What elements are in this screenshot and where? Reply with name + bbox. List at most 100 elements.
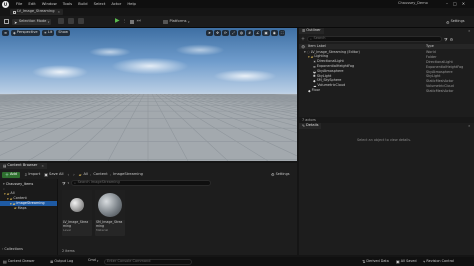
menu-select[interactable]: Select [94, 1, 106, 6]
content-browser-icon: ▤ [3, 164, 7, 168]
derived-data-button[interactable]: ⇅ Derived Data [362, 259, 389, 264]
move-tool-icon[interactable]: ✥ [214, 30, 222, 36]
blueprint-icon[interactable] [68, 18, 74, 24]
perspective-button[interactable]: ◈ Perspective [11, 30, 40, 36]
selection-mode-button[interactable]: ➤ Selection Mode ▾ [12, 19, 52, 25]
close-tab-icon[interactable]: ✕ [41, 164, 44, 168]
maximize-viewport-icon[interactable]: ⛶ [278, 30, 286, 36]
asset-tile[interactable]: LV_Image_Streaming Level [62, 190, 92, 236]
chevron-down-icon: ▾ [188, 20, 190, 24]
snap-grid-icon[interactable]: # [246, 30, 254, 36]
console-input[interactable]: Enter Console Command [104, 258, 192, 265]
menu-tools[interactable]: Tools [63, 1, 72, 6]
chevron-down-icon: ▾ [67, 181, 70, 185]
collections-header[interactable]: › Collections [2, 247, 23, 252]
add-label: Add [10, 171, 17, 176]
window-controls: – □ ✕ [446, 1, 465, 6]
output-log-button[interactable]: ≣ Output Log [50, 259, 73, 264]
outliner-search-placeholder: Search [313, 36, 326, 41]
maximize-icon[interactable]: □ [453, 1, 457, 6]
settings-button[interactable]: ⚙ Settings [446, 19, 465, 25]
filter-icon[interactable]: ⧩ [444, 37, 448, 42]
actor-count: 7 actors [302, 117, 316, 122]
close-icon[interactable]: ✕ [462, 1, 465, 6]
column-type[interactable]: Type [426, 44, 434, 48]
menu-window[interactable]: Window [42, 1, 57, 6]
skip-icon[interactable]: ⏭ [137, 18, 142, 24]
close-outliner-icon[interactable]: ✕ [468, 29, 471, 33]
all-saved-indicator[interactable]: ▣ All Saved [396, 259, 417, 264]
snap-scale-icon[interactable]: ▣ [262, 30, 270, 36]
asset-search-input[interactable]: ⌕ Search ImageStreaming [71, 180, 212, 186]
status-bar: ▤ Content Drawer ≣ Output Log Cmd ▾ Ente… [0, 257, 474, 266]
settings-label: Settings [450, 19, 465, 24]
import-button[interactable]: ⇩ Import [24, 172, 40, 177]
details-tab[interactable]: ✎ Details [299, 123, 322, 129]
rotate-tool-icon[interactable]: ⟳ [222, 30, 230, 36]
lit-label: Lit [47, 30, 53, 35]
quick-add-icon[interactable] [58, 18, 64, 24]
tree-label: Content [13, 196, 27, 201]
menu-file[interactable]: File [16, 1, 22, 6]
play-options-icon[interactable]: ⋮ [123, 19, 127, 23]
content-browser-settings[interactable]: ⚙ Settings [271, 172, 290, 177]
revision-control-button[interactable]: ⑂ Revision Control [423, 259, 454, 264]
outliner-settings-icon[interactable]: ⚙ [450, 37, 454, 42]
search-icon: ⌕ [74, 181, 77, 185]
cmd-dropdown[interactable]: Cmd ▾ [88, 258, 99, 263]
history-back-icon[interactable]: ‹ [67, 172, 69, 177]
fog-icon: ≋ [313, 64, 316, 69]
level-viewport[interactable]: ≡ ◈ Perspective ☀ Lit Show ➤ ✥ ⟳ ⤢ ◍ # ∠… [0, 28, 297, 161]
viewport-options-button[interactable]: ≡ [2, 30, 10, 36]
scale-tool-icon[interactable]: ⤢ [230, 30, 237, 36]
menu-build[interactable]: Build [78, 1, 88, 6]
chevron-down-icon: ▾ [96, 259, 99, 263]
platforms-icon [163, 20, 168, 24]
menu-edit[interactable]: Edit [28, 1, 35, 6]
details-icon: ✎ [302, 124, 306, 128]
asset-name: LV_Image_Streaming [63, 220, 89, 228]
outliner-search-input[interactable]: ⌕ Search [307, 36, 442, 42]
stop-icon[interactable] [129, 19, 134, 24]
content-drawer-label: Content Drawer [7, 258, 35, 263]
filter-icon[interactable]: ⧩ [62, 181, 66, 186]
history-forward-icon[interactable]: › [73, 172, 75, 177]
outliner-row-actor[interactable]: ◆ Floor StaticMeshActor [299, 88, 474, 93]
tree-item[interactable]: ▰ Maps [0, 206, 57, 211]
engine-logo[interactable]: U [2, 0, 9, 8]
cmd-label: Cmd [88, 258, 96, 263]
level-tab[interactable]: LV_Image_Streaming ✕ [10, 9, 63, 15]
menu-help[interactable]: Help [127, 1, 136, 6]
close-tab-icon[interactable]: ✕ [57, 10, 60, 14]
content-drawer-button[interactable]: ▤ Content Drawer [3, 259, 35, 264]
column-item-label[interactable]: Item Label [308, 44, 326, 48]
show-button[interactable]: Show [56, 30, 70, 36]
content-browser-tab[interactable]: ▤ Content Browser ✕ [0, 163, 47, 169]
play-icon[interactable]: ▶ [115, 18, 120, 24]
derived-data-label: Derived Data [366, 258, 389, 263]
lit-button[interactable]: ☀ Lit [41, 30, 55, 36]
outliner-tab[interactable]: ☰ Outliner [299, 28, 324, 34]
cb-settings-label: Settings [275, 171, 290, 176]
asset-tile[interactable]: SM_Image_Streaming Material [95, 190, 125, 236]
level-icon [13, 10, 16, 14]
add-actor-icon[interactable]: ＋ [301, 36, 305, 42]
select-tool-icon[interactable]: ➤ [206, 30, 214, 36]
breadcrumb-item[interactable]: Content [93, 172, 107, 177]
add-button[interactable]: ＋ Add [2, 171, 20, 178]
breadcrumb-item[interactable]: All [83, 172, 87, 177]
close-details-icon[interactable]: ✕ [468, 124, 471, 128]
minimize-icon[interactable]: – [446, 1, 448, 6]
asset-search-row: ⧩ ▾ ⌕ Search ImageStreaming [62, 180, 212, 186]
breadcrumb-item[interactable]: ImageStreaming [113, 172, 143, 177]
row-type: World [426, 50, 436, 55]
platforms-button[interactable]: Platforms ▾ [163, 19, 190, 25]
camera-speed-icon[interactable]: ◉ [270, 30, 278, 36]
save-icon[interactable] [4, 19, 9, 24]
snap-rotation-icon[interactable]: ∠ [254, 30, 262, 36]
cinematics-icon[interactable] [78, 18, 84, 24]
world-space-icon[interactable]: ◍ [237, 30, 246, 36]
save-all-button[interactable]: ▣ Save All [44, 172, 63, 177]
visibility-column-icon[interactable]: 👁 [301, 45, 305, 49]
menu-actor[interactable]: Actor [111, 1, 121, 6]
